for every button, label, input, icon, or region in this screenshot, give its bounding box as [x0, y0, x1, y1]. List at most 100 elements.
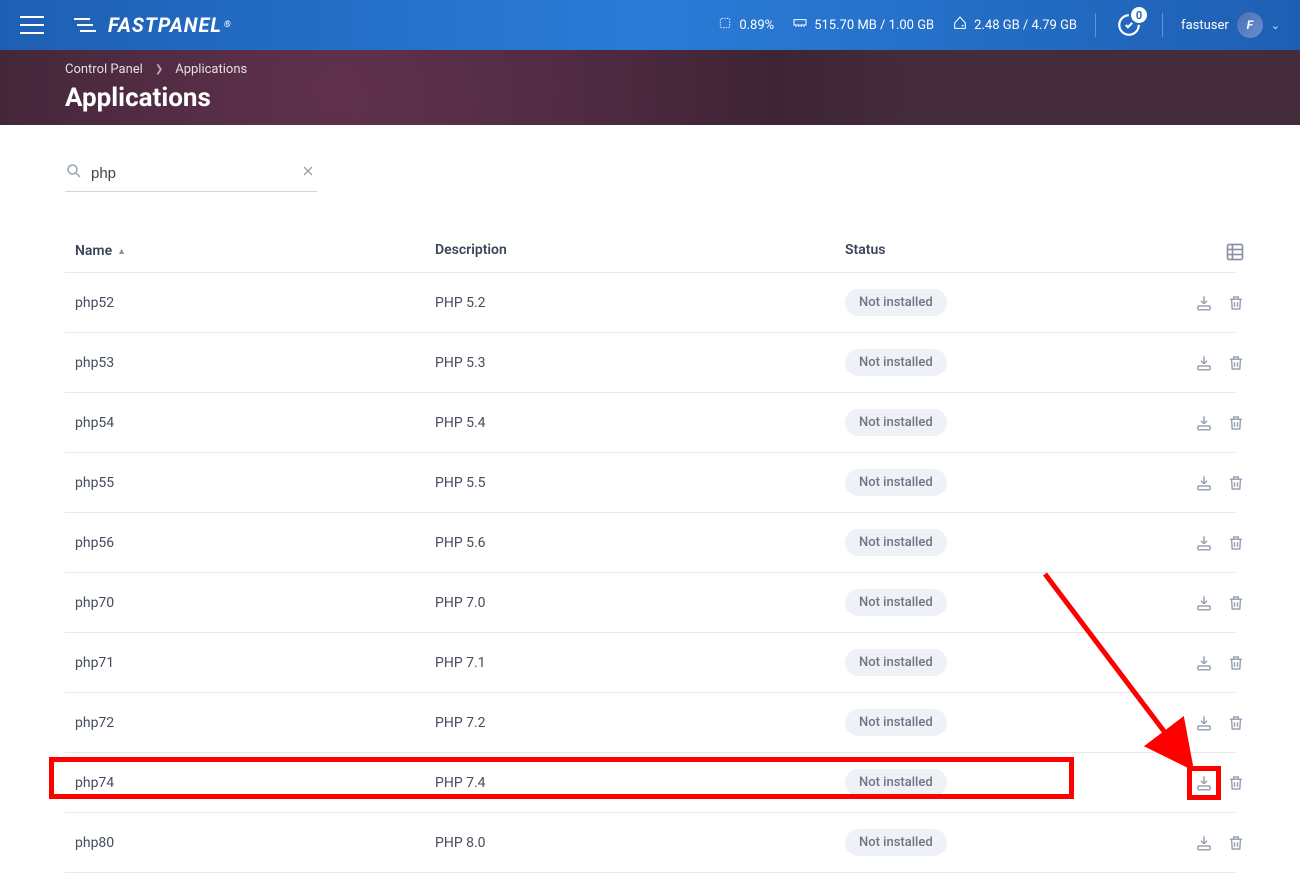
cell-name: php70	[75, 595, 435, 611]
delete-button[interactable]	[1227, 774, 1245, 792]
delete-button[interactable]	[1227, 714, 1245, 732]
delete-button[interactable]	[1227, 654, 1245, 672]
install-button[interactable]	[1195, 594, 1213, 612]
table-row: php72PHP 7.2Not installed	[65, 693, 1235, 753]
sort-asc-icon: ▲	[117, 246, 126, 257]
install-button[interactable]	[1195, 834, 1213, 852]
cell-description: PHP 5.3	[435, 355, 845, 371]
stat-disk[interactable]: 2.48 GB / 4.79 GB	[952, 15, 1077, 35]
delete-button[interactable]	[1227, 414, 1245, 432]
cell-description: PHP 7.2	[435, 715, 845, 731]
delete-button[interactable]	[1227, 474, 1245, 492]
search-icon	[65, 162, 83, 184]
breadcrumb-root[interactable]: Control Panel	[65, 62, 143, 77]
cell-name: php52	[75, 295, 435, 311]
table-row: php52PHP 5.2Not installed	[65, 273, 1235, 333]
cell-status: Not installed	[845, 469, 1175, 496]
username: fastuser	[1181, 18, 1229, 33]
stat-ram-value: 515.70 MB / 1.00 GB	[814, 18, 934, 33]
install-button[interactable]	[1195, 654, 1213, 672]
status-badge: Not installed	[845, 289, 947, 316]
page-title: Applications	[65, 83, 1300, 113]
content: Name ▲ Description Status php52PHP 5.2No…	[0, 125, 1300, 873]
chevron-right-icon: ❯	[155, 64, 163, 75]
status-badge: Not installed	[845, 349, 947, 376]
install-button[interactable]	[1195, 474, 1213, 492]
cell-description: PHP 5.2	[435, 295, 845, 311]
install-button[interactable]	[1195, 534, 1213, 552]
cell-name: php71	[75, 655, 435, 671]
cell-description: PHP 7.4	[435, 775, 845, 791]
cell-description: PHP 5.5	[435, 475, 845, 491]
delete-button[interactable]	[1227, 594, 1245, 612]
status-badge: Not installed	[845, 649, 947, 676]
cell-name: php56	[75, 535, 435, 551]
install-button[interactable]	[1195, 714, 1213, 732]
cell-name: php72	[75, 715, 435, 731]
cell-status: Not installed	[845, 649, 1175, 676]
cell-description: PHP 5.6	[435, 535, 845, 551]
cell-name: php55	[75, 475, 435, 491]
stat-cpu[interactable]: 0.89%	[717, 15, 774, 35]
cell-description: PHP 8.0	[435, 835, 845, 851]
install-button[interactable]	[1195, 294, 1213, 312]
stat-cpu-value: 0.89%	[739, 18, 774, 33]
table-row: php74PHP 7.4Not installed	[65, 753, 1235, 813]
cell-description: PHP 5.4	[435, 415, 845, 431]
cell-status: Not installed	[845, 589, 1175, 616]
table-row: php54PHP 5.4Not installed	[65, 393, 1235, 453]
cell-name: php80	[75, 835, 435, 851]
cell-description: PHP 7.0	[435, 595, 845, 611]
cell-status: Not installed	[845, 349, 1175, 376]
cell-status: Not installed	[845, 409, 1175, 436]
delete-button[interactable]	[1227, 534, 1245, 552]
status-badge: Not installed	[845, 589, 947, 616]
breadcrumb: Control Panel ❯ Applications	[65, 62, 1300, 77]
table-row: php56PHP 5.6Not installed	[65, 513, 1235, 573]
install-button[interactable]	[1195, 774, 1213, 792]
table-row: php80PHP 8.0Not installed	[65, 813, 1235, 873]
table-row: php70PHP 7.0Not installed	[65, 573, 1235, 633]
logo-text: FASTPANEL	[108, 13, 222, 37]
install-button[interactable]	[1195, 354, 1213, 372]
tasks-button[interactable]: 0	[1114, 10, 1144, 40]
delete-button[interactable]	[1227, 294, 1245, 312]
topbar: FASTPANEL® 0.89% 515.70 MB / 1.00 GB 2.4…	[0, 0, 1300, 50]
delete-button[interactable]	[1227, 354, 1245, 372]
logo[interactable]: FASTPANEL®	[72, 13, 232, 37]
page-header: Control Panel ❯ Applications Application…	[0, 50, 1300, 125]
ram-icon	[792, 15, 808, 35]
status-badge: Not installed	[845, 829, 947, 856]
cell-name: php53	[75, 355, 435, 371]
cell-status: Not installed	[845, 829, 1175, 856]
table-row: php55PHP 5.5Not installed	[65, 453, 1235, 513]
topbar-divider-2	[1162, 13, 1163, 37]
cell-description: PHP 7.1	[435, 655, 845, 671]
view-toggle-button[interactable]	[1225, 242, 1245, 260]
cell-status: Not installed	[845, 529, 1175, 556]
table-header: Name ▲ Description Status	[65, 230, 1235, 273]
status-badge: Not installed	[845, 469, 947, 496]
clear-search-button[interactable]	[298, 161, 318, 185]
breadcrumb-current[interactable]: Applications	[175, 62, 247, 77]
cell-status: Not installed	[845, 289, 1175, 316]
table-row: php53PHP 5.3Not installed	[65, 333, 1235, 393]
menu-button[interactable]	[20, 16, 44, 34]
stat-ram[interactable]: 515.70 MB / 1.00 GB	[792, 15, 934, 35]
chevron-down-icon: ⌄	[1271, 19, 1280, 32]
stat-disk-value: 2.48 GB / 4.79 GB	[974, 18, 1077, 33]
column-description[interactable]: Description	[435, 242, 845, 260]
status-badge: Not installed	[845, 529, 947, 556]
cell-name: php54	[75, 415, 435, 431]
search-field[interactable]	[65, 155, 317, 192]
user-menu[interactable]: fastuser F ⌄	[1181, 12, 1280, 38]
cpu-icon	[717, 15, 733, 35]
column-name[interactable]: Name ▲	[75, 242, 435, 260]
cell-status: Not installed	[845, 769, 1175, 796]
column-status[interactable]: Status	[845, 242, 1175, 260]
avatar: F	[1237, 12, 1263, 38]
cell-status: Not installed	[845, 709, 1175, 736]
search-input[interactable]	[83, 165, 298, 182]
install-button[interactable]	[1195, 414, 1213, 432]
delete-button[interactable]	[1227, 834, 1245, 852]
